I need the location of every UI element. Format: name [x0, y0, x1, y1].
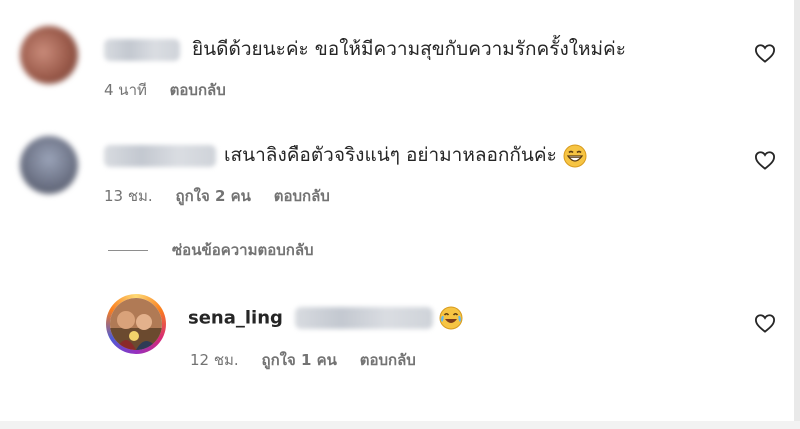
reply-button[interactable]: ตอบกลับ [170, 81, 226, 99]
blurred-text [294, 307, 433, 329]
reply-button[interactable]: ตอบกลับ [274, 187, 330, 205]
reply-text-line: sena_ling [188, 306, 463, 330]
comment-meta: 4 นาที ตอบกลับ [104, 78, 244, 102]
reply-meta: 12 ชม. ถูกใจ 1 คน ตอบกลับ [190, 348, 434, 372]
comment-text-line: ยินดีด้วยนะค่ะ ขอให้มีความสุขกับความรักค… [104, 34, 626, 64]
reply-item: sena_ling 12 ชม. ถูกใจ 1 คน ตอบกลับ [0, 280, 800, 390]
avatar [110, 298, 162, 350]
heart-icon[interactable] [754, 43, 776, 63]
avatar[interactable] [20, 26, 78, 84]
comment-text: เสนาลิงคือตัวจริงแน่ๆ อย่ามาหลอกกันค่ะ [224, 144, 557, 166]
reply-button[interactable]: ตอบกลับ [360, 351, 416, 369]
likes-count[interactable]: ถูกใจ 1 คน [261, 351, 336, 369]
heart-icon[interactable] [754, 313, 776, 333]
window-edge [0, 421, 800, 429]
blurred-username[interactable] [104, 144, 216, 167]
heart-icon[interactable] [754, 150, 776, 170]
comment-item: เสนาลิงคือตัวจริงแน่ๆ อย่ามาหลอกกันค่ะ 1… [0, 110, 800, 220]
window-edge [794, 0, 800, 429]
comment-time: 13 ชม. [104, 187, 153, 205]
reply-time: 12 ชม. [190, 351, 239, 369]
comment-item: ยินดีด้วยนะค่ะ ขอให้มีความสุขกับความรักค… [0, 0, 800, 110]
tears-of-joy-emoji [439, 306, 463, 330]
blurred-username[interactable] [104, 38, 180, 61]
hide-replies-label: ซ่อนข้อความตอบกลับ [172, 241, 314, 259]
avatar-photo [110, 298, 162, 350]
comment-meta: 13 ชม. ถูกใจ 2 คน ตอบกลับ [104, 184, 348, 208]
avatar[interactable] [20, 136, 78, 194]
hide-replies-button[interactable]: ซ่อนข้อความตอบกลับ [108, 240, 314, 260]
comment-time: 4 นาที [104, 81, 147, 99]
grinning-face-emoji [563, 144, 587, 167]
story-ring[interactable] [106, 294, 166, 354]
comment-text: ยินดีด้วยนะค่ะ ขอให้มีความสุขกับความรักค… [192, 38, 626, 60]
likes-count[interactable]: ถูกใจ 2 คน [175, 187, 250, 205]
divider-line [108, 249, 148, 251]
comment-text-line: เสนาลิงคือตัวจริงแน่ๆ อย่ามาหลอกกันค่ะ [104, 140, 587, 170]
username-link[interactable]: sena_ling [188, 308, 283, 329]
